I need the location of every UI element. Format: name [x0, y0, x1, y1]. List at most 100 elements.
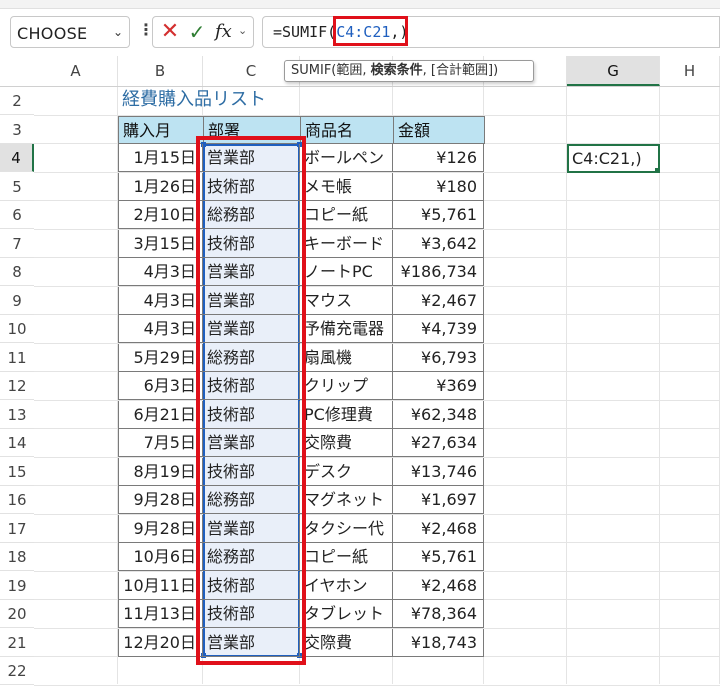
column-header-g[interactable]: G — [567, 56, 660, 86]
table-cell[interactable]: クリップ — [300, 372, 393, 400]
formula-prefix: =SUMIF( — [273, 23, 337, 41]
table-cell[interactable]: メモ帳 — [300, 172, 393, 201]
table-cell[interactable]: 5月29日 — [118, 343, 203, 372]
table-cell[interactable]: 交際費 — [300, 429, 393, 457]
row-header-11[interactable]: 11 — [0, 344, 34, 372]
cancel-icon[interactable]: ✕ — [159, 19, 181, 45]
insert-function-icon[interactable]: fx — [215, 19, 235, 45]
table-cell[interactable]: ボールペン — [300, 144, 393, 172]
table-cell[interactable]: ¥180 — [393, 172, 484, 201]
table-cell[interactable]: 12月20日 — [118, 628, 203, 657]
table-cell[interactable]: 1月26日 — [118, 172, 203, 201]
table-cell[interactable]: 11月13日 — [118, 600, 203, 628]
table-cell[interactable]: ¥62,348 — [393, 400, 484, 429]
table-cell[interactable]: ¥126 — [393, 144, 484, 172]
formula-input[interactable]: =SUMIF(C4:C21,) — [262, 16, 720, 48]
row-header-17[interactable]: 17 — [0, 515, 34, 543]
corner-cell[interactable] — [0, 56, 35, 86]
table-cell[interactable]: キーボード — [300, 229, 393, 258]
table-cell[interactable]: 扇風機 — [300, 343, 393, 372]
table-cell[interactable]: PC修理費 — [300, 400, 393, 429]
table-cell[interactable]: 交際費 — [300, 628, 393, 657]
table-cell[interactable]: ¥2,468 — [393, 514, 484, 543]
check-icon[interactable]: ✓ — [186, 19, 208, 45]
table-cell[interactable]: 4月3日 — [118, 315, 203, 343]
table-cell[interactable]: ¥18,743 — [393, 628, 484, 657]
row-header-20[interactable]: 20 — [0, 600, 34, 628]
gridline-v — [566, 87, 567, 684]
table-cell[interactable]: 9月28日 — [118, 486, 203, 514]
row-header-2[interactable]: 2 — [0, 87, 34, 115]
table-cell[interactable]: 9月28日 — [118, 514, 203, 543]
table-cell[interactable]: 予備充電器 — [300, 315, 393, 343]
row-header-21[interactable]: 21 — [0, 629, 34, 657]
row-header-10[interactable]: 10 — [0, 315, 34, 343]
table-cell[interactable]: 6月21日 — [118, 400, 203, 429]
tooltip-pre: SUMIF(範囲, — [291, 63, 371, 78]
table-cell[interactable]: 4月3日 — [118, 258, 203, 286]
table-cell[interactable]: ¥6,793 — [393, 343, 484, 372]
gridline-v — [659, 87, 660, 684]
row-header-14[interactable]: 14 — [0, 429, 34, 457]
table-cell[interactable]: ¥1,697 — [393, 486, 484, 514]
table-cell[interactable]: 2月10日 — [118, 201, 203, 229]
table-cell[interactable]: コピー紙 — [300, 201, 393, 229]
table-cell[interactable]: ¥2,468 — [393, 571, 484, 600]
row-header-5[interactable]: 5 — [0, 173, 34, 201]
name-box-value: CHOOSE — [17, 24, 88, 43]
table-cell[interactable]: 1月15日 — [118, 144, 203, 172]
chevron-down-icon[interactable]: ⌄ — [238, 24, 247, 37]
table-cell[interactable]: 4月3日 — [118, 286, 203, 315]
table-cell[interactable]: ¥2,467 — [393, 286, 484, 315]
table-cell[interactable]: マウス — [300, 286, 393, 315]
table-cell[interactable]: ¥27,634 — [393, 429, 484, 457]
table-cell[interactable]: デスク — [300, 457, 393, 486]
column-header-h[interactable]: H — [660, 56, 720, 86]
name-box[interactable]: CHOOSE ⌄ — [10, 16, 130, 48]
table-cell[interactable]: マグネット — [300, 486, 393, 514]
table-cell[interactable]: ¥369 — [393, 372, 484, 400]
table-cell[interactable]: ¥5,761 — [393, 543, 484, 571]
row-header-13[interactable]: 13 — [0, 401, 34, 429]
table-header-cell[interactable]: 商品名 — [300, 115, 394, 144]
table-cell[interactable]: ¥5,761 — [393, 201, 484, 229]
row-header-16[interactable]: 16 — [0, 486, 34, 514]
row-header-15[interactable]: 15 — [0, 458, 34, 486]
table-cell[interactable]: 10月11日 — [118, 571, 203, 600]
table-header-cell[interactable]: 金額 — [393, 115, 485, 144]
table-cell[interactable]: 10月6日 — [118, 543, 203, 571]
row-header-9[interactable]: 9 — [0, 287, 34, 315]
row-header-22[interactable]: 22 — [0, 657, 34, 685]
column-header-a[interactable]: A — [34, 56, 118, 86]
row-header-6[interactable]: 6 — [0, 201, 34, 229]
table-cell[interactable]: イヤホン — [300, 571, 393, 600]
table-cell[interactable]: コピー紙 — [300, 543, 393, 571]
table-cell[interactable]: 3月15日 — [118, 229, 203, 258]
active-cell-g4[interactable]: C4:C21,) — [567, 144, 660, 173]
tooltip-post: , [合計範囲]) — [422, 63, 499, 78]
fill-handle[interactable] — [654, 167, 658, 171]
table-cell[interactable]: タクシー代 — [300, 514, 393, 543]
row-header-3[interactable]: 3 — [0, 116, 34, 144]
row-header-19[interactable]: 19 — [0, 572, 34, 600]
table-cell[interactable]: 7月5日 — [118, 429, 203, 457]
row-header-7[interactable]: 7 — [0, 230, 34, 258]
table-cell[interactable]: ¥3,642 — [393, 229, 484, 258]
row-header-18[interactable]: 18 — [0, 543, 34, 571]
table-cell[interactable]: ¥78,364 — [393, 600, 484, 628]
table-cell[interactable]: ¥186,734 — [393, 258, 484, 286]
row-header-8[interactable]: 8 — [0, 258, 34, 286]
column-header-b[interactable]: B — [118, 56, 203, 86]
table-cell[interactable]: ノートPC — [300, 258, 393, 286]
table-cell[interactable]: 8月19日 — [118, 457, 203, 486]
tooltip-current-arg[interactable]: 検索条件 — [371, 63, 423, 78]
table-header-cell[interactable]: 購入月 — [118, 115, 204, 144]
row-header-4[interactable]: 4 — [0, 144, 34, 172]
table-cell[interactable]: タブレット — [300, 600, 393, 628]
row-header-12[interactable]: 12 — [0, 372, 34, 400]
active-cell-value: C4:C21,) — [572, 149, 642, 168]
table-cell[interactable]: 6月3日 — [118, 372, 203, 400]
chevron-down-icon[interactable]: ⌄ — [113, 25, 123, 39]
table-cell[interactable]: ¥13,746 — [393, 457, 484, 486]
table-cell[interactable]: ¥4,739 — [393, 315, 484, 343]
